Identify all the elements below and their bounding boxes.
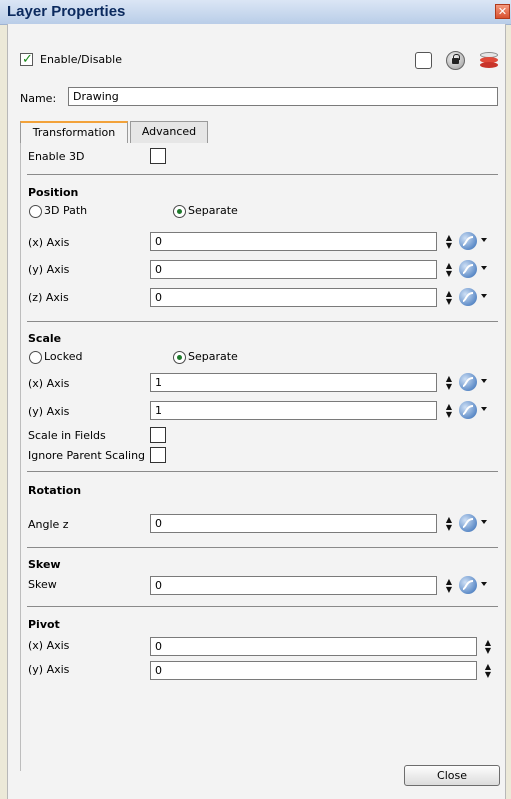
spinner-arrows-icon[interactable]: ▲ ▼ (445, 262, 453, 278)
function-curve-icon[interactable] (459, 576, 489, 594)
position-heading: Position (28, 186, 79, 199)
angle-z-field[interactable]: 0 (150, 514, 437, 533)
scale-heading: Scale (28, 332, 62, 345)
enable-3d-checkbox[interactable] (150, 148, 166, 164)
scale-in-fields-checkbox[interactable] (150, 427, 166, 443)
scale-locked-label: Locked (44, 350, 83, 363)
spinner-arrows-icon[interactable]: ▲ ▼ (445, 375, 453, 391)
name-field[interactable]: Drawing (68, 87, 498, 106)
function-curve-icon[interactable] (459, 260, 489, 278)
enable-toggle-square-icon[interactable] (415, 52, 432, 69)
enable-disable-label: Enable/Disable (40, 53, 122, 66)
pivot-heading: Pivot (28, 618, 60, 631)
position-3d-path-radio[interactable] (29, 205, 42, 218)
spinner-arrows-icon[interactable]: ▲ ▼ (445, 578, 453, 594)
position-3d-path-label: 3D Path (44, 204, 88, 217)
spinner-arrows-icon[interactable]: ▲ ▼ (484, 663, 492, 679)
skew-label: Skew (28, 578, 57, 591)
divider (27, 471, 498, 472)
spinner-arrows-icon[interactable]: ▲ ▼ (484, 639, 492, 655)
scale-y-field[interactable]: 1 (150, 401, 437, 420)
spinner-arrows-icon[interactable]: ▲ ▼ (445, 403, 453, 419)
checkmark-icon: ✓ (22, 52, 33, 67)
scale-in-fields-label: Scale in Fields (28, 429, 106, 442)
divider (27, 174, 498, 175)
window-title: Layer Properties (7, 3, 126, 20)
lock-icon[interactable] (446, 51, 465, 70)
pivot-y-label: (y) Axis (28, 663, 70, 676)
rotation-heading: Rotation (28, 484, 82, 497)
layer-properties-window: Layer Properties ✕ ✓ Enable/Disable Name… (0, 0, 511, 799)
spinner-arrows-icon[interactable]: ▲ ▼ (445, 234, 453, 250)
position-x-field[interactable]: 0 (150, 232, 437, 251)
title-bar[interactable]: Layer Properties ✕ (0, 0, 511, 25)
scale-x-field[interactable]: 1 (150, 373, 437, 392)
scale-separate-label: Separate (188, 350, 238, 363)
function-curve-icon[interactable] (459, 514, 489, 532)
function-curve-icon[interactable] (459, 288, 489, 306)
position-z-label: (z) Axis (28, 291, 69, 304)
position-separate-label: Separate (188, 204, 238, 217)
enable-disable-checkbox[interactable]: ✓ (20, 52, 33, 67)
pivot-x-field[interactable]: 0 (150, 637, 477, 656)
scale-y-label: (y) Axis (28, 405, 70, 418)
function-curve-icon[interactable] (459, 232, 489, 250)
window-close-icon[interactable]: ✕ (495, 4, 510, 19)
function-curve-icon[interactable] (459, 373, 489, 391)
position-y-label: (y) Axis (28, 263, 70, 276)
tab-transformation[interactable]: Transformation (20, 121, 128, 143)
angle-z-label: Angle z (28, 518, 69, 531)
position-x-label: (x) Axis (28, 236, 70, 249)
position-z-field[interactable]: 0 (150, 288, 437, 307)
scale-locked-radio[interactable] (29, 351, 42, 364)
ignore-parent-scaling-checkbox[interactable] (150, 447, 166, 463)
ignore-parent-scaling-label: Ignore Parent Scaling (28, 449, 146, 462)
skew-heading: Skew (28, 558, 61, 571)
close-button[interactable]: Close (404, 765, 500, 786)
skew-field[interactable]: 0 (150, 576, 437, 595)
spinner-arrows-icon[interactable]: ▲ ▼ (445, 290, 453, 306)
divider (27, 606, 498, 607)
divider (27, 321, 498, 322)
scale-x-label: (x) Axis (28, 377, 70, 390)
spinner-arrows-icon[interactable]: ▲ ▼ (445, 516, 453, 532)
enable-3d-label: Enable 3D (28, 150, 85, 163)
pivot-y-field[interactable]: 0 (150, 661, 477, 680)
position-separate-radio[interactable] (173, 205, 186, 218)
tab-advanced[interactable]: Advanced (130, 121, 208, 143)
position-y-field[interactable]: 0 (150, 260, 437, 279)
name-label: Name: (20, 92, 57, 105)
pivot-x-label: (x) Axis (28, 639, 70, 652)
scale-separate-radio[interactable] (173, 351, 186, 364)
divider (27, 547, 498, 548)
layer-stack-icon[interactable] (480, 51, 498, 70)
function-curve-icon[interactable] (459, 401, 489, 419)
